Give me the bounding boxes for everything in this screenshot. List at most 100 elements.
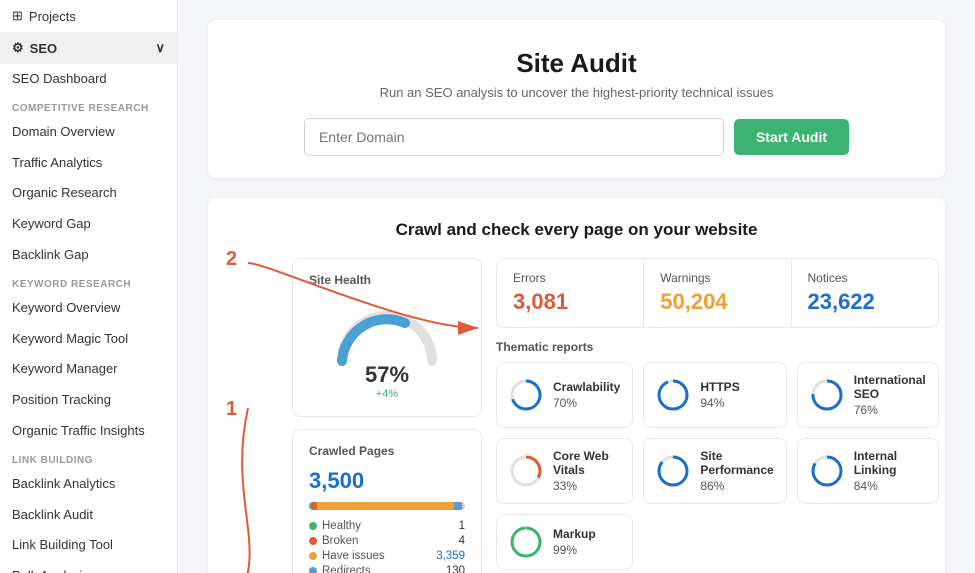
thematic-item-name: Crawlability	[553, 380, 620, 394]
thematic-cell[interactable]: Markup 99%	[496, 514, 633, 570]
warnings-cell: Warnings 50,204	[644, 259, 791, 327]
thematic-cell[interactable]: Core Web Vitals 33%	[496, 438, 633, 504]
errors-cell: Errors 3,081	[497, 259, 644, 327]
sidebar-item-keyword-magic[interactable]: Keyword Magic Tool	[0, 324, 177, 355]
right-column: Errors 3,081 Warnings 50,204 Notices 23,…	[496, 258, 939, 573]
sidebar-item-bulk-analysis[interactable]: Bulk Analysis	[0, 561, 177, 573]
thematic-circle-svg	[656, 454, 690, 488]
sidebar-item-backlink-gap[interactable]: Backlink Gap	[0, 240, 177, 271]
thematic-circle-svg	[509, 378, 543, 412]
hero-input-row: Start Audit	[238, 118, 915, 156]
start-audit-button[interactable]: Start Audit	[734, 119, 849, 155]
sidebar-item-organic-traffic[interactable]: Organic Traffic Insights	[0, 416, 177, 447]
sidebar-item-backlink-analytics[interactable]: Backlink Analytics	[0, 469, 177, 500]
crawled-progress-bar	[309, 502, 465, 510]
legend: Healthy 1 Broken 4 Have issues 3,359 R	[309, 520, 465, 573]
thematic-cell[interactable]: Crawlability 70%	[496, 362, 633, 428]
legend-issues: Have issues 3,359	[309, 550, 465, 562]
legend-broken: Broken 4	[309, 535, 465, 547]
hero-section: Site Audit Run an SEO analysis to uncove…	[208, 20, 945, 178]
thematic-circle-svg	[810, 378, 844, 412]
crawled-pages-label: Crawled Pages	[309, 444, 465, 458]
section-label-competitive: COMPETITIVE RESEARCH	[0, 95, 177, 117]
thematic-item-pct: 76%	[854, 403, 926, 417]
sidebar-item-keyword-gap[interactable]: Keyword Gap	[0, 209, 177, 240]
crawled-pages-card: Crawled Pages 3,500 Healthy 1	[292, 429, 482, 573]
thematic-item-name: HTTPS	[700, 380, 739, 394]
thematic-item-pct: 86%	[700, 479, 773, 493]
crawl-title: Crawl and check every page on your websi…	[232, 220, 921, 240]
section-label-keyword: KEYWORD RESEARCH	[0, 271, 177, 293]
thematic-grid: Crawlability 70% HTTPS 94% International…	[496, 362, 939, 570]
notices-value: 23,622	[808, 289, 922, 315]
thematic-item-name: Core Web Vitals	[553, 449, 620, 477]
thematic-circle-svg	[509, 525, 543, 559]
hero-subtitle: Run an SEO analysis to uncover the highe…	[238, 85, 915, 100]
pb-blocked	[462, 502, 465, 510]
main-content: Site Audit Run an SEO analysis to uncove…	[178, 0, 975, 573]
home-icon: ⊞	[12, 8, 23, 24]
pb-issues	[317, 502, 454, 510]
legend-redirects: Redirects 130	[309, 565, 465, 573]
gauge-delta: +4%	[376, 388, 398, 400]
notices-cell: Notices 23,622	[792, 259, 938, 327]
thematic-circle-svg	[656, 378, 690, 412]
legend-healthy: Healthy 1	[309, 520, 465, 532]
notices-label: Notices	[808, 271, 922, 285]
thematic-item-pct: 84%	[854, 479, 926, 493]
annotation-1: 1	[226, 398, 237, 421]
thematic-item-pct: 94%	[700, 396, 739, 410]
thematic-cell[interactable]: Internal Linking 84%	[797, 438, 939, 504]
thematic-item-name: Internal Linking	[854, 449, 926, 477]
thematic-item-name: Markup	[553, 527, 596, 541]
thematic-circle-svg	[810, 454, 844, 488]
crawled-pages-value: 3,500	[309, 468, 465, 494]
gauge-svg	[332, 301, 442, 366]
left-column: Site Health 57% +4%	[292, 258, 482, 573]
sidebar: ⊞ Projects ⚙ SEO ∨ SEO Dashboard COMPETI…	[0, 0, 178, 573]
sidebar-seo-header[interactable]: ⚙ SEO ∨	[0, 32, 177, 64]
sidebar-item-keyword-manager[interactable]: Keyword Manager	[0, 354, 177, 385]
projects-label: Projects	[29, 9, 76, 24]
annotation-2: 2	[226, 248, 237, 271]
warnings-label: Warnings	[660, 271, 774, 285]
sidebar-projects[interactable]: ⊞ Projects	[0, 0, 177, 32]
pb-redirects	[454, 502, 462, 510]
section-label-linkbuilding: LINK BUILDING	[0, 447, 177, 469]
sidebar-section-keyword: KEYWORD RESEARCH Keyword Overview Keywor…	[0, 271, 177, 447]
site-health-card: Site Health 57% +4%	[292, 258, 482, 417]
sidebar-item-domain-overview[interactable]: Domain Overview	[0, 117, 177, 148]
errors-value: 3,081	[513, 289, 627, 315]
sidebar-item-position-tracking[interactable]: Position Tracking	[0, 385, 177, 416]
sidebar-item-backlink-audit[interactable]: Backlink Audit	[0, 500, 177, 531]
thematic-item-pct: 70%	[553, 396, 620, 410]
thematic-cell[interactable]: Site Performance 86%	[643, 438, 786, 504]
errors-label: Errors	[513, 271, 627, 285]
thematic-label: Thematic reports	[496, 340, 939, 354]
seo-icon: ⚙	[12, 40, 24, 56]
domain-input[interactable]	[304, 118, 724, 156]
dashboard-grid: Site Health 57% +4%	[292, 258, 921, 573]
thematic-item-pct: 99%	[553, 543, 596, 557]
sidebar-item-traffic-analytics[interactable]: Traffic Analytics	[0, 148, 177, 179]
ewn-row: Errors 3,081 Warnings 50,204 Notices 23,…	[496, 258, 939, 328]
thematic-cell[interactable]: International SEO 76%	[797, 362, 939, 428]
sidebar-item-seo-dashboard[interactable]: SEO Dashboard	[0, 64, 177, 95]
thematic-circle-svg	[509, 454, 543, 488]
page-title: Site Audit	[238, 48, 915, 79]
warnings-value: 50,204	[660, 289, 774, 315]
gauge-percent: 57%	[365, 362, 409, 388]
thematic-cell[interactable]: HTTPS 94%	[643, 362, 786, 428]
sidebar-item-keyword-overview[interactable]: Keyword Overview	[0, 293, 177, 324]
chevron-down-icon: ∨	[155, 40, 165, 56]
site-health-label: Site Health	[309, 273, 465, 287]
thematic-item-pct: 33%	[553, 479, 620, 493]
thematic-item-name: Site Performance	[700, 449, 773, 477]
gauge-container: 57% +4%	[309, 297, 465, 402]
sidebar-section-competitive: COMPETITIVE RESEARCH Domain Overview Tra…	[0, 95, 177, 271]
thematic-item-name: International SEO	[854, 373, 926, 401]
thematic-reports: Thematic reports Crawlability 70% HTTPS …	[496, 340, 939, 570]
sidebar-item-organic-research[interactable]: Organic Research	[0, 178, 177, 209]
sidebar-item-link-building-tool[interactable]: Link Building Tool	[0, 530, 177, 561]
bottom-section: Crawl and check every page on your websi…	[208, 198, 945, 573]
